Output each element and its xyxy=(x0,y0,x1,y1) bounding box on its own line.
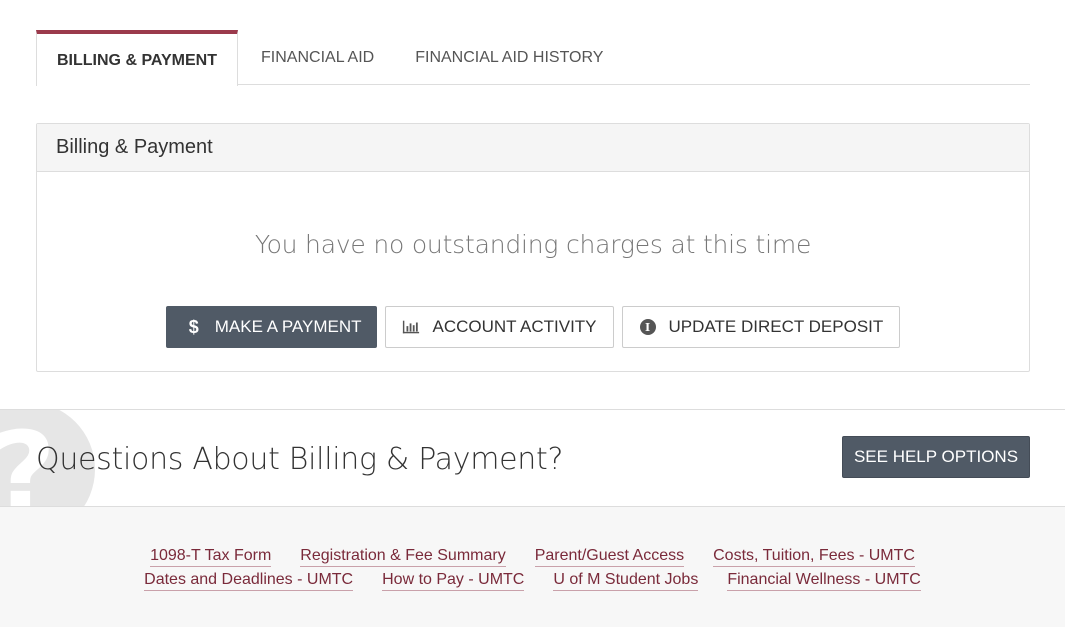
billing-panel: Billing & Payment You have no outstandin… xyxy=(36,123,1030,372)
info-circle-icon: i xyxy=(639,318,657,336)
account-activity-button[interactable]: ACCOUNT ACTIVITY xyxy=(385,306,614,348)
action-buttons: $ MAKE A PAYMENT ACCOUNT ACTIVITY I UPDA… xyxy=(37,306,1029,348)
update-direct-deposit-label: UPDATE DIRECT DEPOSIT xyxy=(668,317,884,336)
footer-link-row: 1098-T Tax Form Registration & Fee Summa… xyxy=(150,547,915,567)
footer-link-row: Dates and Deadlines - UMTC How to Pay - … xyxy=(144,571,921,591)
link-student-jobs[interactable]: U of M Student Jobs xyxy=(553,571,699,591)
link-dates-deadlines[interactable]: Dates and Deadlines - UMTC xyxy=(144,571,354,591)
tab-financial-aid[interactable]: FINANCIAL AID xyxy=(238,30,395,85)
link-parent-guest-access[interactable]: Parent/Guest Access xyxy=(534,547,685,567)
footer-link-list: 1098-T Tax Form Registration & Fee Summa… xyxy=(0,547,1065,591)
dollar-icon: $ xyxy=(188,316,199,337)
no-charges-message: You have no outstanding charges at this … xyxy=(254,230,812,259)
page: BILLING & PAYMENT FINANCIAL AID FINANCIA… xyxy=(0,0,1065,627)
link-1098t-tax-form[interactable]: 1098-T Tax Form xyxy=(150,547,272,567)
help-band: ? Questions About Billing & Payment? SEE… xyxy=(0,409,1065,507)
bar-chart-icon xyxy=(402,318,420,336)
account-activity-label: ACCOUNT ACTIVITY xyxy=(432,317,597,336)
link-costs-tuition-fees[interactable]: Costs, Tuition, Fees - UMTC xyxy=(713,547,915,567)
see-help-options-button[interactable]: SEE HELP OPTIONS xyxy=(842,436,1030,478)
help-title: Questions About Billing & Payment? xyxy=(36,442,564,477)
tab-billing-payment[interactable]: BILLING & PAYMENT xyxy=(36,30,239,86)
link-financial-wellness[interactable]: Financial Wellness - UMTC xyxy=(727,571,921,591)
make-payment-label: MAKE A PAYMENT xyxy=(214,317,362,336)
tab-financial-aid-history[interactable]: FINANCIAL AID HISTORY xyxy=(395,30,623,85)
update-direct-deposit-button[interactable]: i UPDATE DIRECT DEPOSIT xyxy=(621,306,901,348)
link-how-to-pay[interactable]: How to Pay - UMTC xyxy=(382,571,525,591)
footer-links: 1098-T Tax Form Registration & Fee Summa… xyxy=(0,507,1065,627)
tab-bar: BILLING & PAYMENT FINANCIAL AID FINANCIA… xyxy=(36,30,1030,86)
panel-title: Billing & Payment xyxy=(37,124,1029,172)
link-registration-fee-summary[interactable]: Registration & Fee Summary xyxy=(300,547,506,567)
make-payment-button[interactable]: $ MAKE A PAYMENT xyxy=(165,306,378,348)
